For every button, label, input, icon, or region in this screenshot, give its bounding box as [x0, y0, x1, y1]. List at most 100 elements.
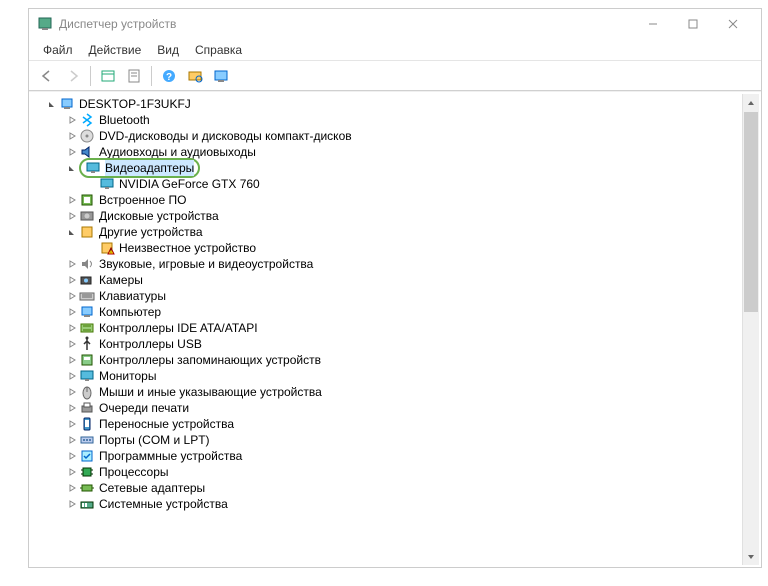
net-icon	[79, 480, 95, 496]
expand-icon[interactable]	[65, 211, 79, 221]
keyboard-icon	[79, 288, 95, 304]
tree-node-label: Компьютер	[99, 304, 161, 320]
menu-action[interactable]: Действие	[81, 41, 150, 59]
tree-node[interactable]: Переносные устройства	[37, 416, 761, 432]
tree-node[interactable]: Процессоры	[37, 464, 761, 480]
mouse-icon	[79, 384, 95, 400]
expand-icon[interactable]	[65, 323, 79, 333]
expand-icon[interactable]	[65, 419, 79, 429]
tree-node[interactable]: Встроенное ПО	[37, 192, 761, 208]
tree-node[interactable]: !Неизвестное устройство	[37, 240, 761, 256]
tree-node-label: Очереди печати	[99, 400, 189, 416]
toolbar-separator	[151, 66, 152, 86]
collapse-icon[interactable]	[45, 99, 59, 109]
expand-icon[interactable]	[65, 387, 79, 397]
display-icon	[85, 160, 101, 176]
tree-node[interactable]: DESKTOP-1F3UKFJ	[37, 96, 761, 112]
usb-icon	[79, 336, 95, 352]
expand-icon[interactable]	[65, 371, 79, 381]
scan-hardware-button[interactable]	[183, 64, 207, 88]
menu-file[interactable]: Файл	[35, 41, 81, 59]
tree-node-label: Системные устройства	[99, 496, 228, 512]
maximize-button[interactable]	[673, 10, 713, 38]
toolbar-separator	[90, 66, 91, 86]
tree-node-label: Камеры	[99, 272, 143, 288]
tree-node[interactable]: Программные устройства	[37, 448, 761, 464]
display-icon	[99, 176, 115, 192]
tree-node[interactable]: DVD-дисководы и дисководы компакт-дисков	[37, 128, 761, 144]
expand-icon[interactable]	[65, 339, 79, 349]
tree-node[interactable]: Мониторы	[37, 368, 761, 384]
tree-node[interactable]: Клавиатуры	[37, 288, 761, 304]
tree-node-label: Звуковые, игровые и видеоустройства	[99, 256, 313, 272]
tree-node[interactable]: Видеоадаптеры	[37, 160, 761, 176]
view-devices-button[interactable]	[209, 64, 233, 88]
collapse-icon[interactable]	[65, 163, 79, 173]
expand-icon[interactable]	[65, 451, 79, 461]
menu-help[interactable]: Справка	[187, 41, 250, 59]
tree-node[interactable]: Мыши и иные указывающие устройства	[37, 384, 761, 400]
tree-node[interactable]: Другие устройства	[37, 224, 761, 240]
bt-icon	[79, 112, 95, 128]
tree-node[interactable]: Bluetooth	[37, 112, 761, 128]
expand-icon[interactable]	[65, 499, 79, 509]
tree-node-label: Клавиатуры	[99, 288, 166, 304]
tree-node-label: Контроллеры IDE ATA/ATAPI	[99, 320, 258, 336]
expand-icon[interactable]	[65, 403, 79, 413]
nav-back-button[interactable]	[35, 64, 59, 88]
soft-icon	[79, 448, 95, 464]
expand-icon[interactable]	[65, 355, 79, 365]
tree-node[interactable]: Контроллеры IDE ATA/ATAPI	[37, 320, 761, 336]
expand-icon[interactable]	[65, 307, 79, 317]
sys-icon	[79, 496, 95, 512]
window-controls	[633, 10, 753, 38]
menu-view[interactable]: Вид	[149, 41, 187, 59]
expand-icon[interactable]	[65, 435, 79, 445]
device-tree[interactable]: DESKTOP-1F3UKFJBluetoothDVD-дисководы и …	[29, 92, 761, 567]
portable-icon	[79, 416, 95, 432]
scroll-down-button[interactable]	[743, 548, 759, 565]
pc-icon	[79, 304, 95, 320]
tree-node[interactable]: Дисковые устройства	[37, 208, 761, 224]
menubar: Файл Действие Вид Справка	[29, 39, 761, 61]
vertical-scrollbar[interactable]	[742, 94, 759, 565]
nav-forward-button[interactable]	[61, 64, 85, 88]
expand-icon[interactable]	[65, 259, 79, 269]
minimize-button[interactable]	[633, 10, 673, 38]
tree-node[interactable]: Очереди печати	[37, 400, 761, 416]
tree-node[interactable]: Контроллеры запоминающих устройств	[37, 352, 761, 368]
expand-icon[interactable]	[65, 291, 79, 301]
expand-icon[interactable]	[65, 467, 79, 477]
expand-icon[interactable]	[65, 195, 79, 205]
expand-icon[interactable]	[65, 275, 79, 285]
tree-node[interactable]: Звуковые, игровые и видеоустройства	[37, 256, 761, 272]
tree-node[interactable]: Сетевые адаптеры	[37, 480, 761, 496]
properties-button[interactable]	[122, 64, 146, 88]
scroll-thumb[interactable]	[744, 112, 758, 312]
tree-node[interactable]: Камеры	[37, 272, 761, 288]
help-button[interactable]: ?	[157, 64, 181, 88]
tree-content: DESKTOP-1F3UKFJBluetoothDVD-дисководы и …	[29, 91, 761, 567]
ide-icon	[79, 320, 95, 336]
expand-icon[interactable]	[65, 147, 79, 157]
tree-node[interactable]: NVIDIA GeForce GTX 760	[37, 176, 761, 192]
collapse-icon[interactable]	[65, 227, 79, 237]
tree-node[interactable]: Порты (COM и LPT)	[37, 432, 761, 448]
tree-node-label: Контроллеры USB	[99, 336, 202, 352]
tree-node[interactable]: Контроллеры USB	[37, 336, 761, 352]
display-icon	[79, 368, 95, 384]
expand-icon[interactable]	[65, 483, 79, 493]
tree-node-label: NVIDIA GeForce GTX 760	[119, 176, 260, 192]
expand-icon[interactable]	[65, 131, 79, 141]
close-button[interactable]	[713, 10, 753, 38]
tree-node[interactable]: Системные устройства	[37, 496, 761, 512]
expand-icon[interactable]	[65, 115, 79, 125]
svg-text:?: ?	[166, 72, 172, 83]
tree-node-label: Процессоры	[99, 464, 169, 480]
scroll-up-button[interactable]	[743, 94, 759, 111]
tree-node-label: Другие устройства	[99, 224, 203, 240]
tree-node[interactable]: Компьютер	[37, 304, 761, 320]
firmware-icon	[79, 192, 95, 208]
show-hidden-button[interactable]	[96, 64, 120, 88]
app-icon	[37, 16, 53, 32]
